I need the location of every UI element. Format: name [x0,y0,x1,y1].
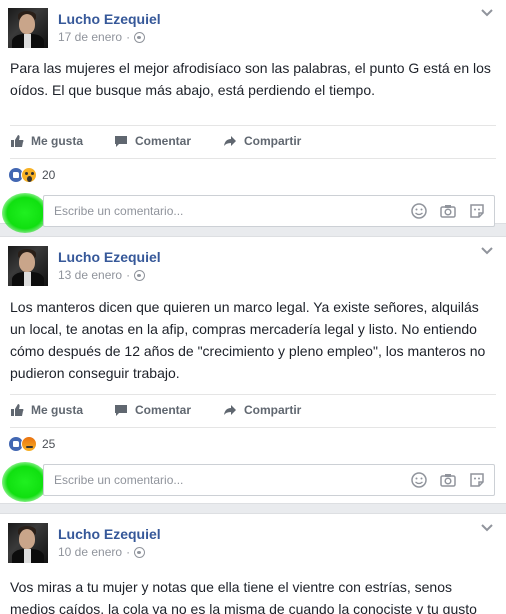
post-header: Lucho Ezequiel 17 de enero · [0,0,506,53]
share-icon [224,405,236,415]
post-meta: 17 de enero · [58,30,146,44]
emoji-icon[interactable] [410,202,428,220]
author-avatar[interactable] [8,523,48,563]
user-avatar [2,462,48,502]
news-feed: Lucho Ezequiel 17 de enero · Para las mu… [0,0,506,614]
chevron-down-icon[interactable] [480,246,494,256]
comment-button[interactable]: Comentar [114,403,191,417]
post-meta: 13 de enero · [58,268,146,282]
post-actions: Me gusta Comentar Compartir [10,394,496,428]
reaction-count: 20 [42,168,56,182]
comment-input[interactable]: Escribe un comentario... [43,195,495,227]
thumbs-up-icon [11,135,24,147]
post-card: Lucho Ezequiel 13 de enero · Los mantero… [0,236,506,504]
reaction-count: 25 [42,437,56,451]
reactions-summary[interactable]: 25 [8,428,506,460]
author-name[interactable]: Lucho Ezequiel [58,249,161,265]
post-date[interactable]: 17 de enero [58,30,122,44]
post-meta: 10 de enero · [58,545,146,559]
comment-icon [115,136,127,147]
post-text: Vos miras a tu mujer y notas que ella ti… [10,579,477,614]
comment-button[interactable]: Comentar [114,134,191,148]
wow-reaction-icon [21,167,37,183]
post-date[interactable]: 13 de enero [58,268,122,282]
comment-composer: Escribe un comentario... [0,460,506,504]
sticker-icon[interactable] [468,471,486,489]
post-text: Los manteros dicen que quieren un marco … [10,299,486,381]
globe-icon [134,269,146,281]
sticker-icon[interactable] [468,202,486,220]
globe-icon [134,546,146,558]
post-card: Lucho Ezequiel 17 de enero · Para las mu… [0,0,506,233]
camera-icon[interactable] [439,471,457,489]
post-header: Lucho Ezequiel 10 de enero · [0,514,506,568]
reactions-summary[interactable]: 20 [8,159,506,191]
post-actions: Me gusta Comentar Compartir [10,125,496,159]
post-card: Lucho Ezequiel 10 de enero · Vos miras a… [0,513,506,614]
user-avatar [2,193,48,233]
emoji-icon[interactable] [410,471,428,489]
comment-input[interactable]: Escribe un comentario... [43,464,495,496]
author-name[interactable]: Lucho Ezequiel [58,11,161,27]
camera-icon[interactable] [439,202,457,220]
post-text: Para las mujeres el mejor afrodisíaco so… [10,60,491,98]
thumbs-up-icon [11,404,24,416]
like-button[interactable]: Me gusta [10,403,83,417]
comment-composer: Escribe un comentario... [0,191,506,235]
post-date[interactable]: 10 de enero [58,545,122,559]
globe-icon [134,31,146,43]
chevron-down-icon[interactable] [480,8,494,18]
share-button[interactable]: Compartir [223,403,301,417]
comment-icon [115,405,127,416]
angry-reaction-icon [21,436,37,452]
author-avatar[interactable] [8,8,48,48]
chevron-down-icon[interactable] [480,523,494,533]
share-icon [224,136,236,146]
author-name[interactable]: Lucho Ezequiel [58,526,161,542]
post-header: Lucho Ezequiel 13 de enero · [0,237,506,291]
author-avatar[interactable] [8,246,48,286]
share-button[interactable]: Compartir [223,134,301,148]
like-button[interactable]: Me gusta [10,134,83,148]
